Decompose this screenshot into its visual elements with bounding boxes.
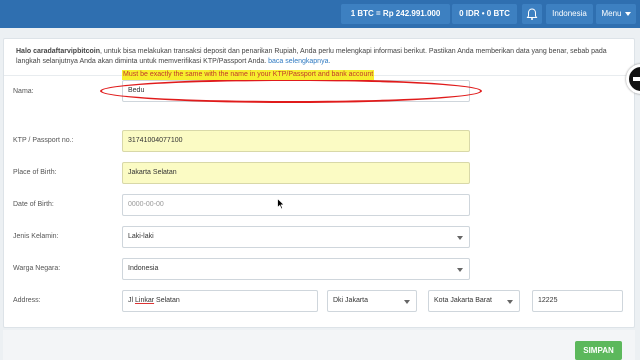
name-hint: Must be exactly the same with the name i… (122, 70, 375, 80)
citizenship-select[interactable]: Indonesia (122, 258, 470, 280)
chevron-down-icon (457, 236, 463, 240)
street-misspelled-word: Linkar (135, 297, 155, 304)
gender-select[interactable]: Laki-laki (122, 226, 470, 248)
postal-code-input[interactable]: 12225 (532, 290, 623, 312)
date-of-birth-label: Date of Birth: (13, 201, 54, 208)
btc-price-button[interactable]: 1 BTC = Rp 242.991.000 (341, 4, 450, 24)
place-of-birth-input[interactable]: Jakarta Selatan (122, 162, 470, 184)
top-navbar: 1 BTC = Rp 242.991.000 0 IDR • 0 BTC Ind… (0, 0, 640, 28)
chevron-down-icon (507, 300, 513, 304)
city-value: Kota Jakarta Barat (434, 297, 492, 304)
province-value: Dki Jakarta (333, 297, 369, 304)
menu-label: Menu (601, 9, 622, 18)
street-input[interactable]: Jl Linkar Selatan (122, 290, 318, 312)
chevron-down-icon (404, 300, 410, 304)
ktp-label: KTP / Passport no.: (13, 137, 74, 144)
read-more-link[interactable]: baca selengkapnya. (268, 58, 330, 65)
city-select[interactable]: Kota Jakarta Barat (428, 290, 520, 312)
date-of-birth-placeholder: 0000-00-00 (128, 201, 164, 208)
street-prefix: Jl (128, 297, 135, 304)
menu-button[interactable]: Menu (596, 4, 636, 24)
save-button[interactable]: SIMPAN (575, 341, 622, 360)
mouse-cursor-icon (277, 197, 286, 215)
chevron-down-icon (457, 268, 463, 272)
citizenship-label: Warga Negara: (13, 265, 61, 272)
balance-button[interactable]: 0 IDR • 0 BTC (452, 4, 517, 24)
citizenship-value: Indonesia (128, 265, 159, 272)
language-button[interactable]: Indonesia (546, 4, 593, 24)
address-label: Address: (13, 297, 41, 304)
chevron-down-icon (624, 11, 631, 16)
red-annotation-ellipse (100, 79, 482, 103)
intro-text: Halo caradaftarvipbitcoin, untuk bisa me… (16, 47, 626, 67)
ktp-input[interactable]: 31741004077100 (122, 130, 470, 152)
minus-bar (633, 77, 640, 81)
gender-value: Laki-laki (128, 233, 154, 240)
place-of-birth-label: Place of Birth: (13, 169, 57, 176)
username: Halo caradaftarvipbitcoin (16, 48, 101, 55)
street-suffix: Selatan (154, 297, 180, 304)
name-label: Nama: (13, 88, 34, 95)
province-select[interactable]: Dki Jakarta (327, 290, 417, 312)
date-of-birth-input[interactable]: 0000-00-00 (122, 194, 470, 216)
bell-icon[interactable] (522, 4, 542, 24)
form-footer (3, 330, 635, 360)
gender-label: Jenis Kelamin: (13, 233, 59, 240)
